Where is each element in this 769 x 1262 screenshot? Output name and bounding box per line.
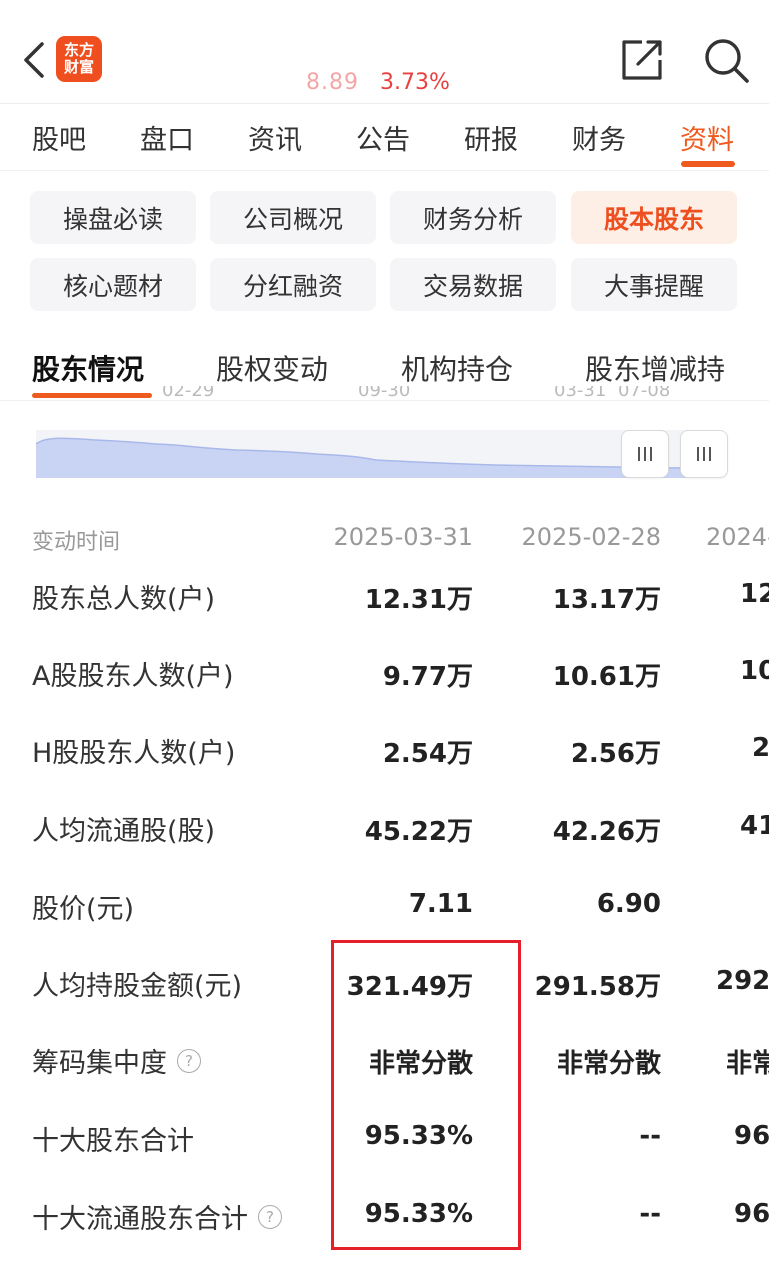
table-cell: --: [639, 1121, 661, 1151]
search-icon[interactable]: [702, 36, 750, 84]
table-cell: 96: [734, 1199, 769, 1229]
highlight-box: [331, 940, 521, 1250]
table-cell: 291.58万: [534, 972, 661, 1002]
table-header-label: 变动时间: [32, 530, 121, 555]
table-cell: 非常: [726, 1049, 769, 1079]
table-cell: 41: [740, 811, 769, 841]
share-icon[interactable]: [620, 38, 664, 82]
chip-major-events[interactable]: 大事提醒: [571, 258, 737, 311]
stock-ticker-summary: 8.89 3.73%: [306, 70, 450, 95]
chip-trading-must-read[interactable]: 操盘必读: [30, 191, 196, 244]
table-cell: 12: [740, 579, 769, 609]
row-label-a-share-holders: A股股东人数(户): [32, 661, 234, 692]
row-label-h-share-holders: H股股东人数(户): [32, 738, 236, 769]
table-cell: 2: [752, 733, 769, 763]
table-cell: 13.17万: [552, 585, 661, 615]
table-cell: 96: [734, 1121, 769, 1151]
mini-chart-tick: 02-29: [162, 386, 215, 400]
table-cell: 9.77万: [382, 662, 473, 692]
table-cell: 42.26万: [552, 817, 661, 847]
subtab-shareholder-status[interactable]: 股东情况: [32, 348, 144, 388]
grip-icon: [638, 447, 652, 461]
chip-dividends-financing[interactable]: 分红融资: [210, 258, 376, 311]
stock-price: 8.89: [306, 70, 359, 95]
chip-financial-analysis[interactable]: 财务分析: [390, 191, 556, 244]
row-label-top10-float-holders-total: 十大流通股东合计 ?: [32, 1197, 282, 1236]
mini-range-chart[interactable]: [36, 430, 686, 478]
table-cell: 2.54万: [382, 739, 473, 769]
subtab-holding-changes[interactable]: 股东增减持: [585, 348, 725, 388]
back-arrow-icon[interactable]: [18, 40, 58, 80]
row-label-text: 十大流通股东合计: [32, 1204, 248, 1235]
row-label-chip-concentration: 筹码集中度 ?: [32, 1041, 201, 1080]
row-label-top10-holders-total: 十大股东合计: [32, 1126, 194, 1157]
table-cell: 6.90: [596, 889, 661, 919]
range-handle-right[interactable]: [680, 430, 728, 478]
active-tab-indicator: [681, 161, 735, 167]
date-column-3: 2024-: [706, 523, 769, 551]
table-cell: 45.22万: [364, 817, 473, 847]
app-logo: 东方 财富: [56, 36, 102, 82]
row-label-avg-holding-value: 人均持股金额(元): [32, 971, 243, 1002]
row-label-avg-float-shares: 人均流通股(股): [32, 816, 216, 847]
chip-company-overview[interactable]: 公司概况: [210, 191, 376, 244]
mini-chart-tick: 03-31: [554, 386, 607, 400]
help-icon[interactable]: ?: [258, 1204, 282, 1229]
table-cell: 10: [740, 656, 769, 686]
table-cell: 12.31万: [364, 585, 473, 615]
tab-profile[interactable]: 资料: [680, 118, 734, 157]
tab-research[interactable]: 研报: [464, 118, 518, 157]
subtab-equity-changes[interactable]: 股权变动: [216, 348, 328, 388]
tab-pankou[interactable]: 盘口: [140, 118, 194, 157]
table-cell: 7.11: [408, 889, 473, 919]
active-subtab-indicator: [32, 393, 152, 398]
tab-guba[interactable]: 股吧: [32, 118, 86, 157]
logo-line2: 财富: [63, 58, 94, 76]
subtab-institutional-holdings[interactable]: 机构持仓: [401, 348, 513, 388]
row-label-total-holders: 股东总人数(户): [32, 584, 216, 615]
divider: [0, 400, 769, 401]
mini-chart-tick: 07-08: [618, 386, 671, 400]
table-cell: --: [639, 1199, 661, 1229]
stock-change-pct: 3.73%: [379, 70, 450, 95]
chip-core-themes[interactable]: 核心题材: [30, 258, 196, 311]
mini-chart-tick: 09-30: [358, 386, 411, 400]
logo-line1: 东方: [63, 41, 94, 59]
table-cell: 10.61万: [552, 662, 661, 692]
range-handle-left[interactable]: [621, 430, 669, 478]
divider: [0, 103, 769, 104]
chip-trading-data[interactable]: 交易数据: [390, 258, 556, 311]
date-column-1: 2025-03-31: [333, 523, 473, 551]
table-cell: 2.56万: [570, 739, 661, 769]
row-label-text: 筹码集中度: [32, 1048, 167, 1079]
date-column-2: 2025-02-28: [521, 523, 661, 551]
tab-finance[interactable]: 财务: [572, 118, 626, 157]
tab-announcements[interactable]: 公告: [356, 118, 410, 157]
chip-shareholders[interactable]: 股本股东: [571, 191, 737, 244]
divider: [0, 170, 769, 171]
row-label-share-price: 股价(元): [32, 894, 135, 925]
table-cell: 非常分散: [556, 1049, 661, 1079]
tab-news[interactable]: 资讯: [248, 118, 302, 157]
table-cell: 292: [716, 966, 769, 996]
grip-icon: [697, 447, 711, 461]
help-icon[interactable]: ?: [177, 1048, 201, 1073]
